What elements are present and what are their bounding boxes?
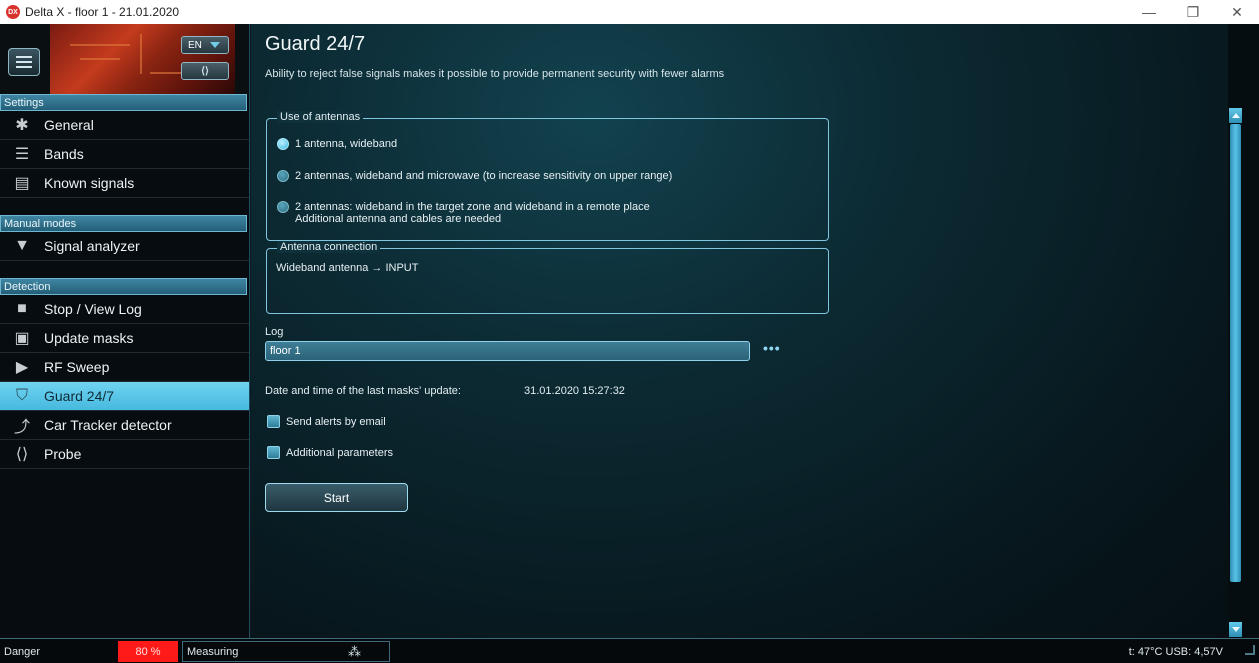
device-status: t: 47°C USB: 4,57V (1128, 645, 1223, 658)
window-title: Delta X - floor 1 - 21.01.2020 (25, 5, 180, 19)
sidebar-item-label: RF Sweep (44, 359, 110, 375)
section-header-settings: Settings (0, 94, 247, 111)
page-description: Ability to reject false signals makes it… (265, 68, 725, 80)
additional-parameters-checkbox[interactable] (267, 446, 280, 459)
danger-level-badge: 80 % (118, 641, 178, 662)
radio-button[interactable] (277, 138, 289, 150)
sidebar-item-known-signals[interactable]: ▤ Known signals (0, 169, 249, 198)
clipboard-icon: ▤ (14, 175, 30, 192)
spinner-icon: ⁂ (348, 643, 361, 659)
group-legend: Antenna connection (277, 241, 381, 253)
antennas-group: Use of antennas 1 antenna, wideband 2 an… (266, 111, 829, 241)
sidebar-item-label: General (44, 117, 94, 133)
connection-text: Wideband antenna → INPUT (276, 262, 419, 274)
page-title: Guard 24/7 (265, 33, 366, 55)
sidebar-item-label: Bands (44, 146, 84, 162)
resize-grip-icon[interactable] (1245, 645, 1255, 655)
header-banner-image (50, 24, 235, 94)
code-toggle-button[interactable]: ⟨⟩ (181, 62, 229, 80)
chevron-down-icon (209, 42, 220, 48)
scroll-up-icon[interactable] (1229, 108, 1242, 123)
sidebar-item-bands[interactable]: ☰ Bands (0, 140, 249, 169)
browse-button[interactable]: ••• (763, 340, 781, 356)
minimize-button[interactable]: — (1127, 0, 1171, 24)
image-icon: ▣ (14, 330, 30, 347)
sidebar-item-signal-analyzer[interactable]: ▼ Signal analyzer (0, 232, 249, 261)
group-legend: Use of antennas (277, 111, 364, 123)
scroll-down-icon[interactable] (1229, 622, 1242, 637)
sidebar-item-label: Signal analyzer (44, 238, 140, 254)
shield-icon: ⛉ (15, 387, 28, 404)
sidebar-item-guard-24-7[interactable]: ⛉ Guard 24/7 (0, 382, 249, 411)
send-alerts-checkbox-row[interactable]: Send alerts by email (267, 415, 386, 428)
radio-button[interactable] (277, 201, 289, 213)
main-content: Guard 24/7 Ability to reject false signa… (251, 24, 1228, 638)
title-bar: DX Delta X - floor 1 - 21.01.2020 — ❐ ✕ (0, 0, 1259, 24)
hamburger-menu-button[interactable] (8, 48, 40, 76)
sidebar-item-label: Probe (44, 446, 82, 462)
sidebar-item-car-tracker-detector[interactable]: ⤴ Car Tracker detector (0, 411, 249, 440)
sidebar-item-label: Known signals (44, 175, 135, 191)
checkbox-label: Additional parameters (286, 446, 394, 459)
antenna-option-2[interactable]: 2 antennas, wideband and microwave (to i… (277, 170, 672, 182)
sidebar-item-label: Stop / View Log (44, 301, 142, 317)
checkbox-label: Send alerts by email (286, 415, 386, 428)
radio-button[interactable] (277, 170, 289, 182)
wifi-icon: ▼ (14, 237, 30, 254)
sidebar-item-rf-sweep[interactable]: ▶ RF Sweep (0, 353, 249, 382)
sidebar: EN ⟨⟩ Settings ✱ General ☰ Bands ▤ Known… (0, 24, 250, 638)
sidebar-header: EN ⟨⟩ (0, 24, 249, 94)
sidebar-item-label: Update masks (44, 330, 134, 346)
section-header-detection: Detection (0, 278, 247, 295)
language-value: EN (188, 39, 202, 51)
sidebar-item-update-masks[interactable]: ▣ Update masks (0, 324, 249, 353)
option-sublabel: Additional antenna and cables are needed (295, 213, 502, 225)
last-update-value: 31.01.2020 15:27:32 (524, 385, 625, 397)
option-label: 1 antenna, wideband (295, 138, 398, 150)
scrollbar-thumb[interactable] (1230, 124, 1241, 582)
option-label: 2 antennas, wideband and microwave (to i… (295, 170, 673, 182)
scrollbar-track[interactable] (1228, 108, 1243, 638)
language-dropdown[interactable]: EN (181, 36, 229, 54)
app-logo-icon: DX (6, 5, 20, 19)
window-controls: — ❐ ✕ (1127, 0, 1259, 24)
last-update-label: Date and time of the last masks' update: (265, 385, 461, 397)
option-label: 2 antennas: wideband in the target zone … (295, 201, 650, 213)
additional-parameters-checkbox-row[interactable]: Additional parameters (267, 446, 393, 459)
maximize-button[interactable]: ❐ (1171, 0, 1215, 24)
vertical-scrollbar[interactable] (1228, 24, 1259, 638)
sidebar-item-stop-view-log[interactable]: ■ Stop / View Log (0, 295, 249, 324)
status-bar: Danger 80 % Measuring ⁂ t: 47°C USB: 4,5… (0, 638, 1259, 663)
section-header-manual-modes: Manual modes (0, 215, 247, 232)
log-input[interactable]: floor 1 (265, 341, 750, 361)
sidebar-item-probe[interactable]: ⟨⟩ Probe (0, 440, 249, 469)
antenna-option-3[interactable]: 2 antennas: wideband in the target zone … (277, 201, 650, 225)
play-icon: ▶ (15, 359, 29, 376)
danger-label: Danger (4, 645, 41, 658)
sidebar-item-label: Guard 24/7 (44, 388, 115, 404)
antenna-connection-group: Antenna connection Wideband antenna → IN… (266, 241, 829, 314)
sidebar-item-general[interactable]: ✱ General (0, 111, 249, 140)
start-button[interactable]: Start (265, 483, 408, 512)
send-alerts-checkbox[interactable] (267, 415, 280, 428)
log-label: Log (265, 326, 284, 338)
gear-icon: ✱ (15, 117, 29, 134)
stop-icon: ■ (17, 300, 27, 317)
close-button[interactable]: ✕ (1215, 0, 1259, 24)
list-icon: ☰ (14, 146, 30, 163)
trend-icon: ⤴ (13, 419, 30, 436)
sidebar-item-label: Car Tracker detector (44, 417, 172, 433)
antenna-option-1[interactable]: 1 antenna, wideband (277, 138, 397, 150)
code-icon: ⟨⟩ (15, 446, 29, 463)
